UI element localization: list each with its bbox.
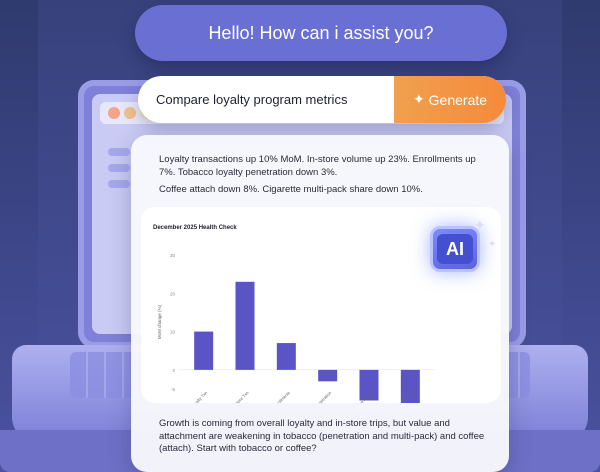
x-tick-label: Loyalty Txn bbox=[190, 390, 209, 403]
generate-button[interactable]: ✦ Generate bbox=[394, 76, 506, 123]
sparkle-icon: ✦ bbox=[474, 217, 486, 233]
sidebar-line bbox=[108, 164, 130, 172]
assistant-greeting: Hello! How can i assist you? bbox=[135, 5, 507, 61]
response-card: Loyalty transactions up 10% MoM. In-stor… bbox=[131, 135, 509, 472]
y-axis-label: MoM change (%) bbox=[157, 304, 162, 339]
window-close-dot bbox=[108, 107, 120, 119]
sidebar-line bbox=[108, 148, 130, 156]
x-tick-label: Tobacco Loyalty Penetration bbox=[292, 390, 333, 403]
window-minimize-dot bbox=[124, 107, 136, 119]
x-tick-label: Enrollments bbox=[272, 390, 291, 403]
sparkles-icon: ✦ bbox=[412, 91, 425, 107]
prompt-bar: Compare loyalty program metrics ✦ Genera… bbox=[138, 76, 506, 123]
summary-line: Loyalty transactions up 10% MoM. In-stor… bbox=[159, 154, 476, 178]
y-tick-label: 30 bbox=[170, 253, 176, 258]
generate-label: Generate bbox=[428, 91, 488, 108]
ai-badge-label: AI bbox=[437, 234, 473, 264]
y-tick-label: 0 bbox=[172, 368, 175, 373]
sparkle-icon: ✦ bbox=[488, 239, 497, 250]
response-footer: Growth is coming from overall loyalty an… bbox=[159, 418, 485, 454]
ai-badge-icon: AI bbox=[430, 226, 480, 272]
chart-bar bbox=[194, 331, 214, 370]
summary-line: Coffee attach down 8%. Cigarette multi-p… bbox=[159, 184, 423, 195]
prompt-input[interactable]: Compare loyalty program metrics bbox=[156, 76, 347, 123]
sidebar-line bbox=[108, 180, 130, 188]
summary-text: Loyalty transactions up 10% MoM. In-stor… bbox=[159, 153, 489, 196]
y-tick-label: 10 bbox=[170, 330, 176, 335]
x-tick-label: In-store Txn bbox=[230, 390, 250, 403]
chart-bar bbox=[276, 343, 296, 370]
chart-bar bbox=[318, 369, 338, 382]
chart-bar bbox=[235, 281, 255, 370]
y-tick-label: 20 bbox=[170, 291, 176, 296]
y-tick-label: -5 bbox=[171, 387, 175, 392]
